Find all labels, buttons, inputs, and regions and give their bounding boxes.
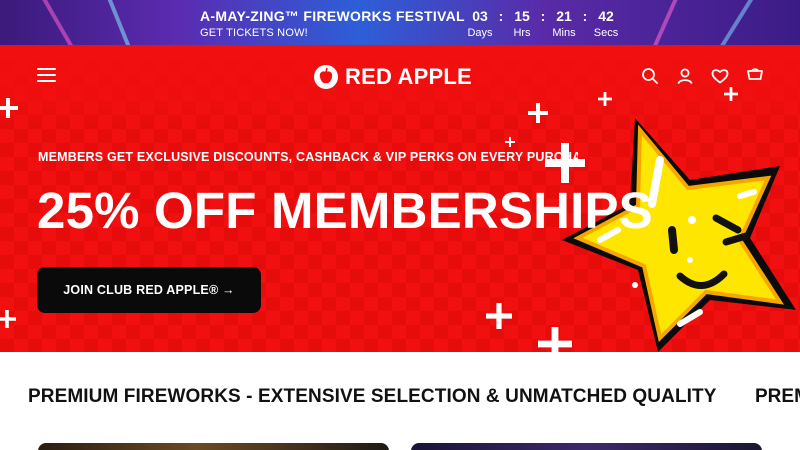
countdown-value: 03: [472, 8, 488, 24]
sparkle-icon: [486, 303, 512, 329]
promo-text: A-MAY-ZING™ FIREWORKS FESTIVAL GET TICKE…: [200, 8, 465, 39]
brand-name: RED APPLE: [345, 64, 472, 89]
countdown-value: 42: [598, 8, 614, 24]
countdown-label: Secs: [593, 27, 619, 39]
countdown-label: Mins: [552, 27, 576, 39]
apple-logo-icon: [314, 65, 338, 89]
countdown-days: 03 Days: [462, 8, 498, 39]
header-actions: [641, 67, 764, 85]
sparkle-icon: [0, 310, 16, 328]
countdown-seconds: 42 Secs: [588, 8, 624, 39]
brand-logo[interactable]: RED APPLE: [313, 63, 472, 91]
product-card[interactable]: [411, 443, 762, 450]
countdown-value: 15: [514, 8, 530, 24]
light-ray: [693, 0, 771, 45]
section-title: PREMIUM FIREWORKS - EXTENSIVE SELECTION …: [28, 386, 717, 407]
menu-icon[interactable]: [37, 68, 56, 82]
search-icon[interactable]: [641, 67, 659, 85]
countdown-label: Days: [467, 27, 493, 39]
light-ray: [93, 0, 151, 45]
countdown-minutes: 21 Mins: [546, 8, 582, 39]
wishlist-heart-icon[interactable]: [711, 67, 729, 85]
countdown-hours: 15 Hrs: [504, 8, 540, 39]
site-header: RED APPLE: [0, 45, 800, 109]
light-ray: [25, 0, 99, 45]
hero-title: 25% OFF MEMBERSHIPS: [37, 182, 653, 239]
promo-cta-link[interactable]: GET TICKETS NOW!: [200, 27, 465, 39]
promo-title: A-MAY-ZING™ FIREWORKS FESTIVAL: [200, 8, 465, 24]
countdown-label: Hrs: [513, 27, 531, 39]
hero-banner: RED APPLE MEMBERS GET EXCLUSIVE DISCOUNT…: [0, 45, 800, 352]
join-club-button[interactable]: JOIN CLUB RED APPLE® →: [37, 267, 261, 313]
cart-icon[interactable]: [746, 67, 764, 85]
light-ray: [631, 0, 693, 45]
promo-banner[interactable]: A-MAY-ZING™ FIREWORKS FESTIVAL GET TICKE…: [0, 0, 800, 45]
next-section-title: PREM: [755, 386, 800, 407]
hero-subtitle: MEMBERS GET EXCLUSIVE DISCOUNTS, CASHBAC…: [38, 150, 578, 164]
countdown-timer: 03 Days : 15 Hrs : 21 Mins : 42 Secs: [462, 8, 624, 39]
countdown-value: 21: [556, 8, 572, 24]
product-card[interactable]: [38, 443, 389, 450]
account-icon[interactable]: [676, 67, 694, 85]
sparkle-icon: [505, 137, 515, 147]
